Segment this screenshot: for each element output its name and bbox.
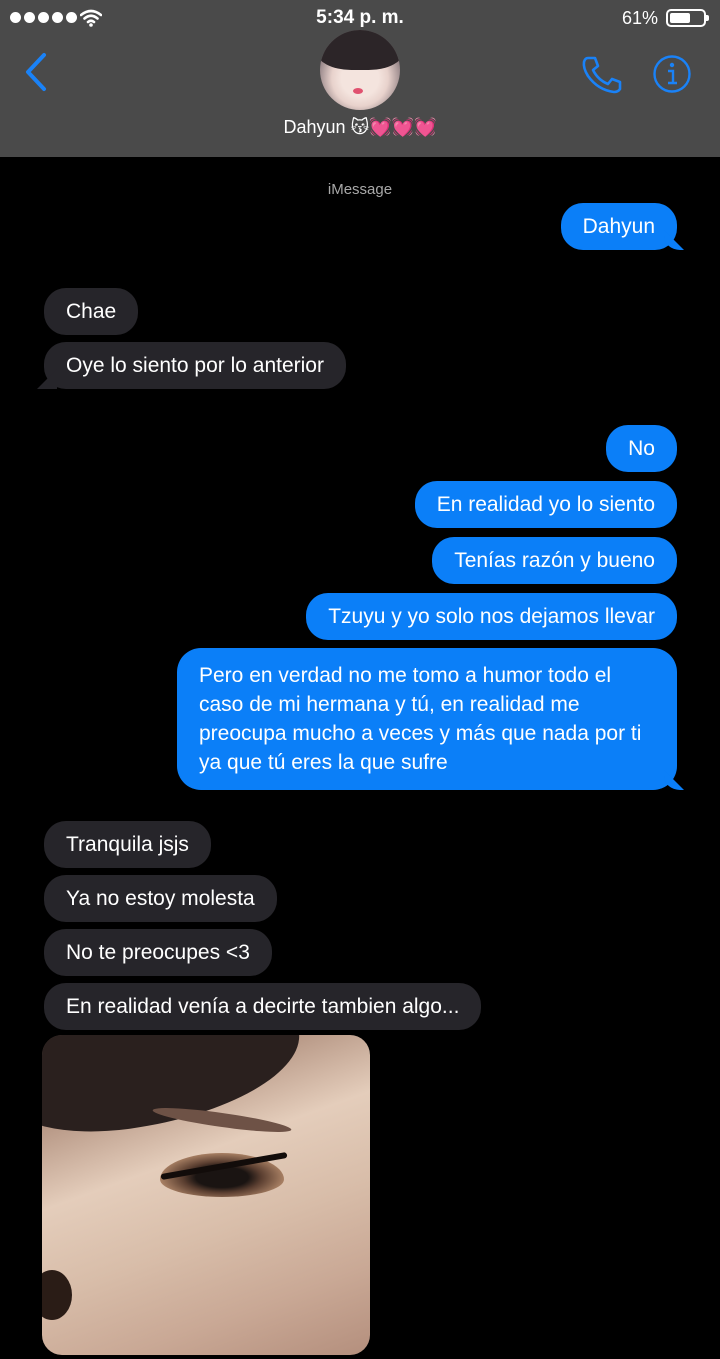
battery-icon: [666, 9, 709, 27]
incoming-message[interactable]: Chae: [44, 288, 139, 335]
outgoing-message[interactable]: Pero en verdad no me tomo a humor todo e…: [177, 648, 677, 790]
conversation-header: 5:34 p. m. 61% Dahyun 😽💓💓💓: [0, 0, 720, 157]
battery-percentage: 61%: [621, 8, 658, 28]
status-time: 5:34 p. m.: [316, 7, 404, 28]
image-attachment[interactable]: [42, 1035, 370, 1355]
outgoing-message[interactable]: Tzuyu y yo solo nos dejamos llevar: [306, 593, 677, 640]
outgoing-message[interactable]: No: [606, 425, 677, 472]
back-chevron-icon[interactable]: [22, 52, 50, 92]
outgoing-message[interactable]: Tenías razón y bueno: [432, 537, 677, 584]
incoming-message[interactable]: En realidad venía a decirte tambien algo…: [44, 983, 482, 1030]
contact-name[interactable]: Dahyun 😽💓💓💓: [0, 117, 720, 138]
outgoing-message[interactable]: Dahyun: [560, 203, 677, 250]
outgoing-message[interactable]: En realidad yo lo siento: [414, 481, 677, 528]
incoming-message[interactable]: No te preocupes <3: [44, 929, 272, 976]
phone-icon[interactable]: [580, 54, 624, 94]
incoming-message[interactable]: Tranquila jsjs: [44, 821, 211, 868]
incoming-message[interactable]: Ya no estoy molesta: [44, 875, 277, 922]
service-label: iMessage: [327, 181, 393, 198]
contact-avatar[interactable]: [320, 30, 400, 110]
info-icon[interactable]: [652, 54, 692, 94]
incoming-message[interactable]: Oye lo siento por lo anterior: [44, 342, 346, 389]
